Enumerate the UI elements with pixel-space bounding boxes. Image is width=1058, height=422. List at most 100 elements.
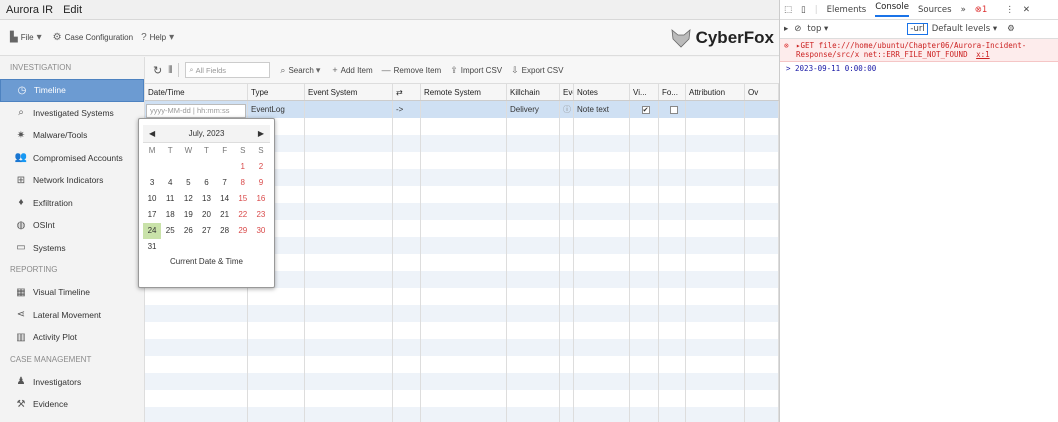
error-text[interactable]: ▸GET file:///home/ubuntu/Chapter06/Auror… bbox=[796, 41, 1026, 59]
table-cell[interactable] bbox=[686, 186, 745, 203]
column-header[interactable]: ⇄ bbox=[393, 84, 421, 100]
remove-item-button[interactable]: — Remove Item bbox=[382, 65, 442, 75]
table-cell[interactable] bbox=[305, 339, 393, 356]
table-cell[interactable] bbox=[145, 356, 248, 373]
table-cell[interactable] bbox=[248, 407, 305, 422]
table-cell[interactable] bbox=[305, 407, 393, 422]
table-cell[interactable] bbox=[393, 220, 421, 237]
sidebar-item-osint[interactable]: ◍ OSInt bbox=[0, 214, 144, 237]
table-cell[interactable] bbox=[745, 118, 779, 135]
table-cell[interactable] bbox=[659, 288, 686, 305]
calendar-day[interactable]: 26 bbox=[179, 223, 197, 239]
table-cell[interactable] bbox=[507, 152, 560, 169]
table-row[interactable] bbox=[145, 305, 779, 322]
table-cell[interactable] bbox=[393, 135, 421, 152]
table-cell[interactable] bbox=[686, 356, 745, 373]
table-cell[interactable] bbox=[393, 339, 421, 356]
table-cell[interactable] bbox=[574, 305, 630, 322]
table-cell[interactable] bbox=[145, 322, 248, 339]
table-cell[interactable] bbox=[305, 169, 393, 186]
table-cell[interactable] bbox=[421, 237, 507, 254]
table-row[interactable] bbox=[145, 356, 779, 373]
table-cell[interactable] bbox=[305, 186, 393, 203]
table-cell[interactable] bbox=[659, 169, 686, 186]
table-cell[interactable] bbox=[305, 254, 393, 271]
table-cell[interactable] bbox=[745, 305, 779, 322]
console-sidebar-icon[interactable]: ▸ bbox=[784, 24, 788, 34]
table-cell[interactable] bbox=[630, 237, 659, 254]
calendar-day[interactable]: 19 bbox=[179, 207, 197, 223]
table-cell[interactable] bbox=[686, 203, 745, 220]
table-cell[interactable] bbox=[659, 135, 686, 152]
column-header[interactable]: Fo... bbox=[659, 84, 686, 100]
column-header[interactable]: Eve bbox=[560, 84, 574, 100]
tab-console[interactable]: Console bbox=[875, 2, 909, 17]
table-cell[interactable] bbox=[393, 288, 421, 305]
table-cell[interactable] bbox=[686, 237, 745, 254]
search-input[interactable]: ⌕ All Fields bbox=[185, 62, 271, 78]
calendar-day[interactable]: 21 bbox=[216, 207, 234, 223]
table-cell[interactable]: EventLog bbox=[248, 101, 305, 118]
found-checkbox[interactable] bbox=[669, 105, 678, 114]
table-cell[interactable] bbox=[393, 305, 421, 322]
table-cell[interactable] bbox=[305, 152, 393, 169]
sidebar-item-investigated-systems[interactable]: ⌕ Investigated Systems bbox=[0, 102, 144, 125]
table-cell[interactable] bbox=[745, 288, 779, 305]
context-select[interactable]: top ▾ bbox=[807, 24, 907, 34]
table-cell[interactable] bbox=[574, 203, 630, 220]
table-cell[interactable] bbox=[745, 152, 779, 169]
table-cell[interactable] bbox=[507, 254, 560, 271]
table-cell[interactable] bbox=[560, 356, 574, 373]
table-cell[interactable] bbox=[145, 407, 248, 422]
menu-edit[interactable]: Edit bbox=[63, 4, 82, 16]
table-cell[interactable] bbox=[745, 186, 779, 203]
table-cell[interactable] bbox=[630, 152, 659, 169]
table-cell[interactable] bbox=[630, 135, 659, 152]
table-cell[interactable] bbox=[686, 118, 745, 135]
table-cell[interactable] bbox=[574, 135, 630, 152]
table-cell[interactable] bbox=[630, 203, 659, 220]
inspect-icon[interactable]: ⬚ bbox=[784, 5, 792, 15]
table-cell[interactable] bbox=[745, 220, 779, 237]
table-cell[interactable] bbox=[507, 322, 560, 339]
table-cell[interactable] bbox=[305, 356, 393, 373]
table-cell[interactable] bbox=[560, 186, 574, 203]
calendar-day[interactable]: 22 bbox=[234, 207, 252, 223]
calendar-day[interactable]: 9 bbox=[252, 175, 270, 191]
table-cell[interactable] bbox=[393, 118, 421, 135]
table-cell[interactable] bbox=[560, 237, 574, 254]
table-cell[interactable]: Delivery bbox=[507, 101, 560, 118]
table-cell[interactable] bbox=[686, 271, 745, 288]
calendar-day[interactable]: 15 bbox=[234, 191, 252, 207]
error-source-link[interactable]: x:1 bbox=[976, 50, 990, 59]
columns-icon[interactable]: ⫴ bbox=[168, 65, 172, 76]
table-cell[interactable] bbox=[393, 407, 421, 422]
calendar-day[interactable]: 31 bbox=[143, 239, 161, 255]
column-header[interactable]: Event System bbox=[305, 84, 393, 100]
clear-console-icon[interactable]: ⊘ bbox=[794, 24, 801, 34]
device-toggle-icon[interactable]: ▯ bbox=[801, 5, 806, 15]
table-cell[interactable] bbox=[248, 339, 305, 356]
table-cell[interactable] bbox=[248, 288, 305, 305]
table-cell[interactable] bbox=[305, 118, 393, 135]
log-levels-select[interactable]: Default levels ▾ bbox=[932, 24, 997, 34]
calendar-day[interactable]: 16 bbox=[252, 191, 270, 207]
table-cell[interactable] bbox=[145, 339, 248, 356]
table-cell[interactable] bbox=[659, 407, 686, 422]
table-cell[interactable] bbox=[507, 169, 560, 186]
file-menu-button[interactable]: ▙ File ▾ bbox=[10, 32, 45, 43]
table-cell[interactable] bbox=[507, 186, 560, 203]
column-header[interactable]: Killchain bbox=[507, 84, 560, 100]
help-menu-button[interactable]: ? Help ▾ bbox=[141, 32, 177, 43]
kebab-menu-icon[interactable]: ⋮ bbox=[1005, 5, 1014, 15]
table-cell[interactable] bbox=[659, 305, 686, 322]
table-cell[interactable] bbox=[659, 254, 686, 271]
calendar-day[interactable]: 27 bbox=[197, 223, 215, 239]
table-cell[interactable] bbox=[659, 186, 686, 203]
table-cell[interactable] bbox=[574, 186, 630, 203]
calendar-day[interactable]: 3 bbox=[143, 175, 161, 191]
table-cell[interactable] bbox=[574, 373, 630, 390]
chevron-left-icon[interactable]: ◀ bbox=[149, 129, 155, 138]
table-cell[interactable] bbox=[686, 407, 745, 422]
table-cell[interactable] bbox=[421, 339, 507, 356]
